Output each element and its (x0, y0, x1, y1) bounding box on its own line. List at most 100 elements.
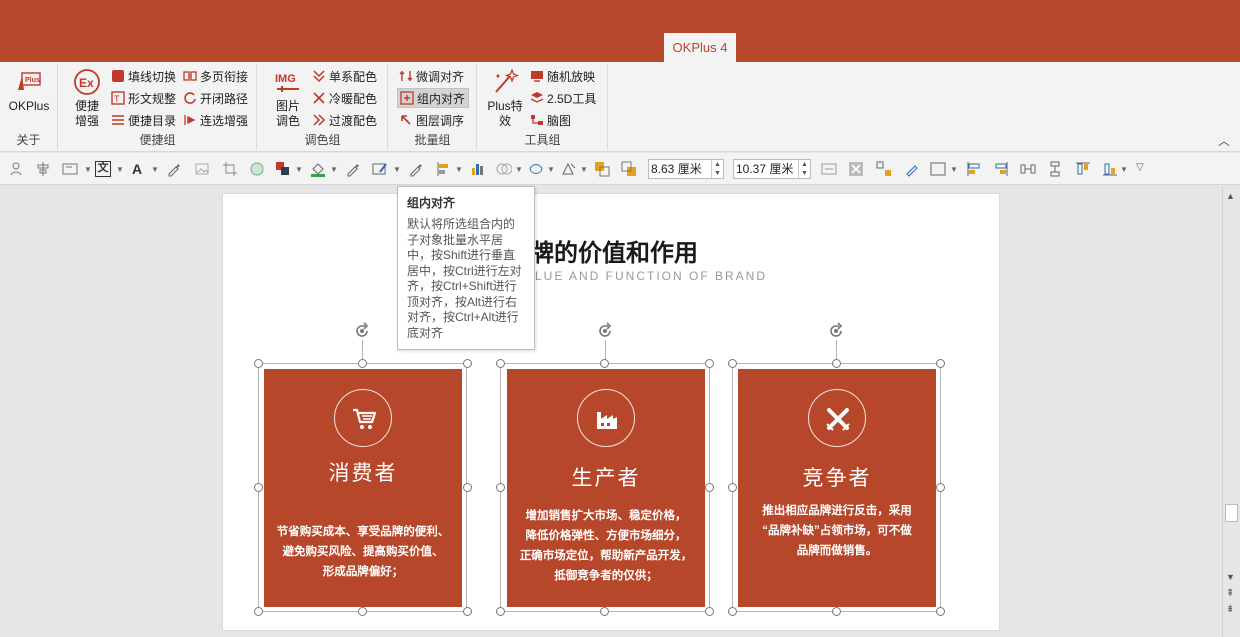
resize-handle[interactable] (832, 607, 841, 616)
toolbar-overflow-icon[interactable]: ▽ (1136, 162, 1144, 173)
bring-forward-icon[interactable] (594, 161, 610, 177)
distribute-vertical-icon[interactable] (1047, 161, 1063, 177)
align-bottom-icon[interactable] (1102, 161, 1118, 177)
resize-handle[interactable] (254, 359, 263, 368)
chevron-down-icon[interactable]: ▼ (580, 165, 588, 174)
vertical-scrollbar[interactable]: ▲ ▼ ⇞ ⇟ (1222, 186, 1240, 637)
chevron-down-icon[interactable]: ▼ (393, 165, 401, 174)
group-align-button[interactable]: 组内对齐 (397, 88, 470, 108)
resize-handle[interactable] (728, 359, 737, 368)
chevron-down-icon[interactable]: ▼ (151, 165, 159, 174)
shape-text-button[interactable]: T 形文规整 (109, 89, 179, 109)
next-slide-icon[interactable]: ⇟ (1226, 604, 1234, 615)
resize-handle[interactable] (728, 483, 737, 492)
resize-handle[interactable] (832, 359, 841, 368)
chevron-down-icon[interactable]: ▼ (547, 165, 555, 174)
merge-shapes-icon[interactable] (496, 161, 512, 177)
slide-subtitle[interactable]: LUE AND FUNCTION OF BRAND (535, 269, 767, 283)
fine-align-button[interactable]: 微调对齐 (397, 67, 467, 87)
slide-size-icon[interactable] (930, 161, 946, 177)
width-stepper[interactable]: ▲ ▼ (711, 160, 723, 178)
gradient-scheme-button[interactable]: 过渡配色 (310, 111, 380, 131)
collapse-ribbon-icon[interactable]: ︿ (1218, 132, 1230, 149)
text-box-icon[interactable] (821, 161, 837, 177)
resize-handle[interactable] (936, 483, 945, 492)
resize-handle[interactable] (728, 607, 737, 616)
warm-cool-scheme-button[interactable]: 冷暖配色 (310, 89, 380, 109)
mindmap-button[interactable]: 脑图 (528, 111, 574, 131)
layer-order-button[interactable]: 图层调序 (397, 111, 467, 131)
resize-handle[interactable] (463, 483, 472, 492)
edit-shape-icon[interactable] (528, 161, 544, 177)
resize-handle[interactable] (705, 483, 714, 492)
crop-icon[interactable] (222, 161, 238, 177)
rotate-handle-icon[interactable] (596, 322, 614, 340)
distribute-horizontal-icon[interactable] (1020, 161, 1036, 177)
convenience-enhance-button[interactable]: Ex 便捷 增强 (67, 68, 107, 129)
chevron-down-icon[interactable]: ▼ (330, 165, 338, 174)
close-box-icon[interactable] (848, 161, 864, 177)
resize-handle[interactable] (463, 607, 472, 616)
shape-fill-icon[interactable] (275, 161, 291, 177)
chevron-down-icon[interactable]: ▼ (515, 165, 523, 174)
resize-handle[interactable] (496, 359, 505, 368)
font-color-icon[interactable]: A (132, 161, 148, 177)
single-color-scheme-button[interactable]: 单系配色 (310, 67, 380, 87)
chevron-down-icon[interactable]: ▼ (950, 165, 958, 174)
eyedropper-icon[interactable] (166, 161, 182, 177)
resize-handle[interactable] (496, 483, 505, 492)
chevron-down-icon[interactable]: ▼ (295, 165, 303, 174)
chevron-down-icon[interactable]: ▼ (84, 165, 92, 174)
okplus-button[interactable]: Plus OKPlus (6, 68, 52, 114)
textbox-icon[interactable] (62, 161, 78, 177)
multiselect-enhance-button[interactable]: 连选增强 (181, 111, 251, 131)
chevron-down-icon[interactable]: ▼ (1120, 165, 1128, 174)
text-direction-icon[interactable]: 文 (95, 161, 111, 177)
align-right-icon[interactable] (993, 161, 1009, 177)
person-icon[interactable] (8, 161, 24, 177)
resize-handle[interactable] (936, 607, 945, 616)
resize-handle[interactable] (254, 483, 263, 492)
chevron-down-icon[interactable]: ▼ (116, 165, 124, 174)
align-left-icon[interactable] (966, 161, 982, 177)
resize-handle[interactable] (705, 359, 714, 368)
resize-handle[interactable] (463, 359, 472, 368)
send-backward-icon[interactable] (621, 161, 637, 177)
resize-handle[interactable] (936, 359, 945, 368)
eyedropper-icon[interactable] (408, 161, 424, 177)
shape-width-field[interactable]: 8.63 厘米 ▲ ▼ (648, 159, 724, 179)
multipage-link-button[interactable]: 多页衔接 (181, 67, 251, 87)
quick-toc-button[interactable]: 便捷目录 (109, 111, 179, 131)
align-center-icon[interactable] (35, 161, 51, 177)
group-icon[interactable] (876, 161, 892, 177)
tab-okplus[interactable]: OKPlus 4 (664, 33, 736, 62)
image-color-button[interactable]: IMG 图片 调色 (270, 68, 306, 129)
eyedropper-icon[interactable] (345, 161, 361, 177)
resize-handle[interactable] (600, 607, 609, 616)
random-show-button[interactable]: 随机放映 (528, 67, 598, 87)
shape-height-field[interactable]: 10.37 厘米 ▲ ▼ (733, 159, 811, 179)
bar-chart-icon[interactable] (470, 161, 486, 177)
brush-icon[interactable] (904, 161, 920, 177)
rotate-handle-icon[interactable] (353, 322, 371, 340)
open-close-path-button[interactable]: 开闭路径 (181, 89, 251, 109)
scrollbar-thumb[interactable] (1225, 504, 1238, 522)
resize-handle[interactable] (705, 607, 714, 616)
picture-icon[interactable] (194, 161, 210, 177)
resize-handle[interactable] (358, 607, 367, 616)
previous-slide-icon[interactable]: ⇞ (1226, 588, 1234, 599)
chevron-down-icon[interactable]: ▼ (455, 165, 463, 174)
outline-pen-icon[interactable] (372, 161, 388, 177)
shape-circle-icon[interactable] (249, 161, 265, 177)
paint-bucket-icon[interactable] (310, 161, 326, 177)
rotate-icon[interactable] (561, 161, 577, 177)
scroll-up-icon[interactable]: ▲ (1226, 191, 1235, 201)
align-top-icon[interactable] (1075, 161, 1091, 177)
resize-handle[interactable] (358, 359, 367, 368)
align-objects-icon[interactable] (436, 161, 452, 177)
resize-handle[interactable] (496, 607, 505, 616)
resize-handle[interactable] (600, 359, 609, 368)
height-stepper[interactable]: ▲ ▼ (798, 160, 810, 178)
plus-effects-button[interactable]: Plus特 效 (484, 68, 526, 129)
fill-line-toggle-button[interactable]: 填线切换 (109, 67, 179, 87)
